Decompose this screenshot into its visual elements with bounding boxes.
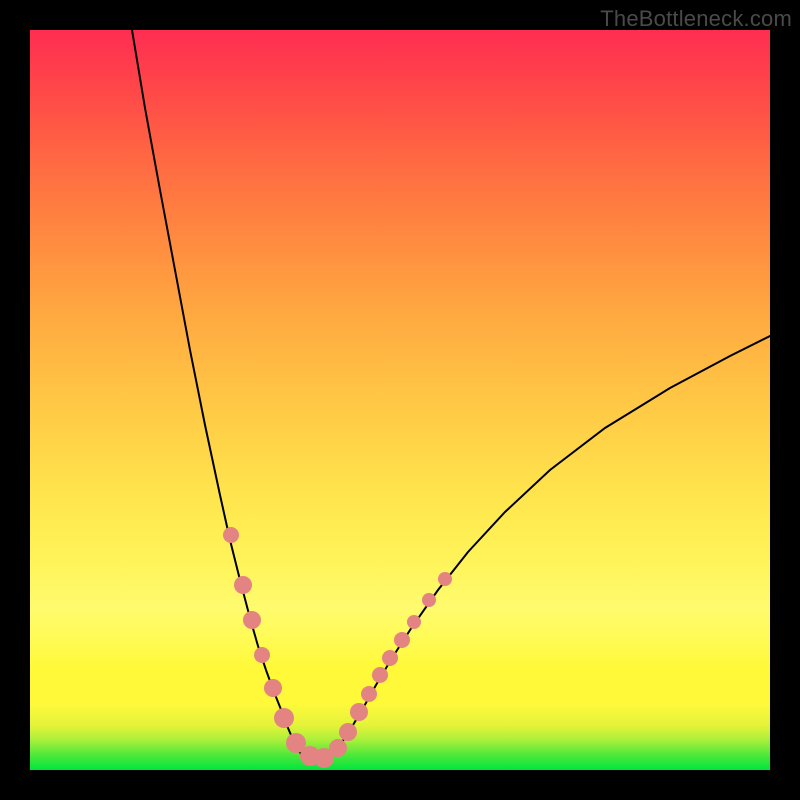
plot-area [30,30,770,770]
curve-left-branch [132,30,302,755]
highlight-marker [329,739,347,757]
highlight-marker [350,703,368,721]
highlight-marker [382,650,398,666]
highlight-marker [274,708,294,728]
curve-layer [30,30,770,770]
highlight-marker [407,615,421,629]
highlight-marker [372,667,388,683]
highlight-marker [243,611,261,629]
watermark-text: TheBottleneck.com [600,6,792,32]
highlight-marker [438,572,452,586]
highlight-marker [339,723,357,741]
highlight-marker [234,576,252,594]
highlight-marker [264,679,282,697]
highlight-marker [254,647,270,663]
highlight-markers [223,527,452,768]
highlight-marker [361,686,377,702]
chart-frame: TheBottleneck.com [0,0,800,800]
highlight-marker [223,527,239,543]
highlight-marker [394,632,410,648]
curve-right-branch [332,336,770,755]
highlight-marker [422,593,436,607]
